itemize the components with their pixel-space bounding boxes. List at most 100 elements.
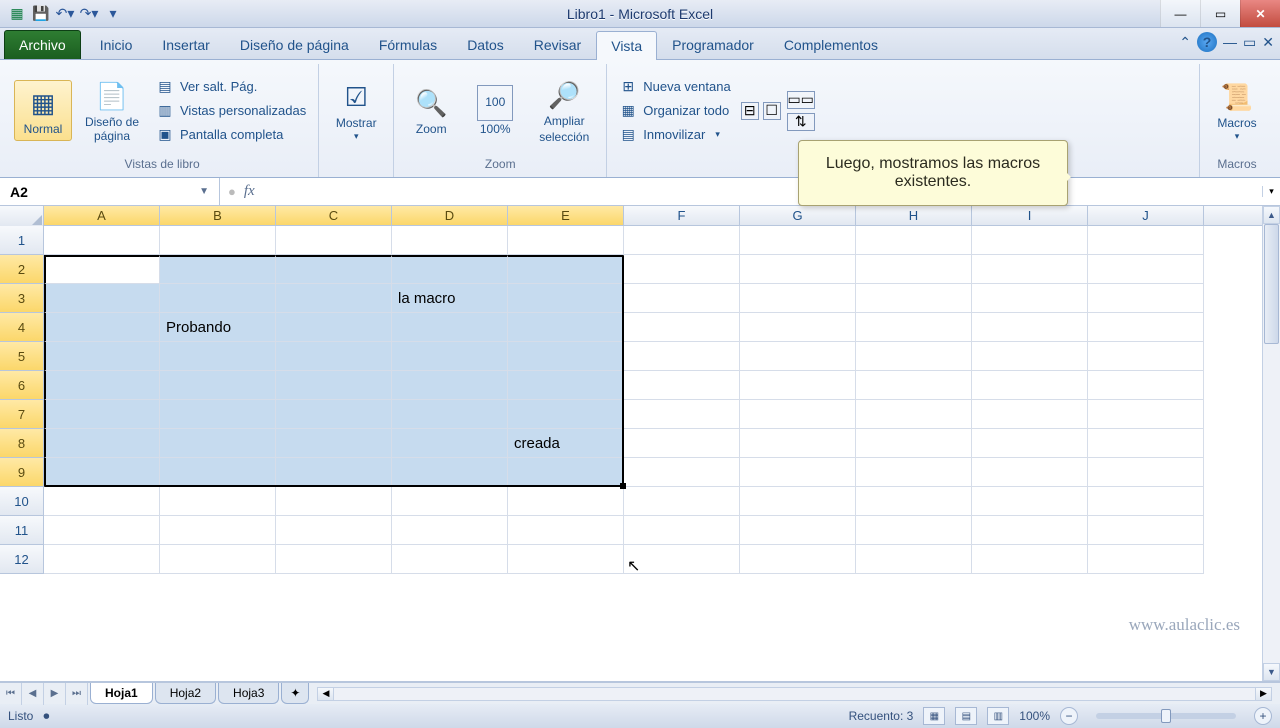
scroll-track[interactable]	[1263, 224, 1280, 663]
doc-minimize-icon[interactable]: —	[1223, 34, 1237, 50]
cell-B1[interactable]	[160, 226, 276, 255]
row-header-8[interactable]: 8	[0, 429, 44, 458]
col-header-B[interactable]: B	[160, 206, 276, 225]
cell-D9[interactable]	[392, 458, 508, 487]
tab-inicio[interactable]: Inicio	[85, 30, 148, 59]
close-button[interactable]: ✕	[1240, 0, 1280, 27]
formula-bar[interactable]: ● fx	[220, 183, 1262, 200]
col-header-J[interactable]: J	[1088, 206, 1204, 225]
cell-G12[interactable]	[740, 545, 856, 574]
minimize-button[interactable]: —	[1160, 0, 1200, 27]
cell-B12[interactable]	[160, 545, 276, 574]
cell-I12[interactable]	[972, 545, 1088, 574]
cell-A7[interactable]	[44, 400, 160, 429]
doc-close-icon[interactable]: ✕	[1262, 34, 1274, 51]
hide-icon[interactable]: ☐	[763, 102, 781, 120]
cell-A12[interactable]	[44, 545, 160, 574]
cell-F6[interactable]	[624, 371, 740, 400]
cell-B9[interactable]	[160, 458, 276, 487]
cell-F9[interactable]	[624, 458, 740, 487]
zoom-slider[interactable]	[1096, 713, 1236, 719]
tab-vista[interactable]: Vista	[596, 31, 657, 60]
cell-D12[interactable]	[392, 545, 508, 574]
cell-F2[interactable]	[624, 255, 740, 284]
cell-A8[interactable]	[44, 429, 160, 458]
cell-G3[interactable]	[740, 284, 856, 313]
fill-handle[interactable]	[620, 483, 626, 489]
cell-E9[interactable]	[508, 458, 624, 487]
cell-G1[interactable]	[740, 226, 856, 255]
sheet-next-icon[interactable]: ▶	[44, 683, 66, 705]
cell-E5[interactable]	[508, 342, 624, 371]
cell-H6[interactable]	[856, 371, 972, 400]
scroll-thumb[interactable]	[1264, 224, 1279, 344]
cell-G4[interactable]	[740, 313, 856, 342]
cell-B2[interactable]	[160, 255, 276, 284]
cell-C5[interactable]	[276, 342, 392, 371]
row-header-7[interactable]: 7	[0, 400, 44, 429]
cell-J10[interactable]	[1088, 487, 1204, 516]
cell-A4[interactable]	[44, 313, 160, 342]
cell-B4[interactable]: Probando	[160, 313, 276, 342]
cell-C12[interactable]	[276, 545, 392, 574]
cell-C6[interactable]	[276, 371, 392, 400]
cell-I1[interactable]	[972, 226, 1088, 255]
cell-F11[interactable]	[624, 516, 740, 545]
cell-G2[interactable]	[740, 255, 856, 284]
cell-C10[interactable]	[276, 487, 392, 516]
cell-H2[interactable]	[856, 255, 972, 284]
col-header-G[interactable]: G	[740, 206, 856, 225]
cell-G7[interactable]	[740, 400, 856, 429]
name-box-dropdown-icon[interactable]: ▼	[199, 186, 209, 197]
col-header-C[interactable]: C	[276, 206, 392, 225]
scroll-right-icon[interactable]: ▶	[1255, 688, 1271, 700]
cell-E6[interactable]	[508, 371, 624, 400]
tab-archivo[interactable]: Archivo	[4, 30, 81, 59]
cell-D7[interactable]	[392, 400, 508, 429]
cell-D6[interactable]	[392, 371, 508, 400]
select-all-corner[interactable]	[0, 206, 44, 226]
fx-icon[interactable]: fx	[244, 183, 255, 200]
cell-E2[interactable]	[508, 255, 624, 284]
cell-E11[interactable]	[508, 516, 624, 545]
cell-F8[interactable]	[624, 429, 740, 458]
col-header-E[interactable]: E	[508, 206, 624, 225]
page-layout-view-button[interactable]: 📄 Diseño de página	[78, 74, 146, 146]
cell-A2[interactable]	[44, 255, 160, 284]
cell-I7[interactable]	[972, 400, 1088, 429]
cell-H3[interactable]	[856, 284, 972, 313]
tab-datos[interactable]: Datos	[452, 30, 519, 59]
sheet-tab-hoja3[interactable]: Hoja3	[218, 683, 279, 704]
arrange-all-button[interactable]: ▦Organizar todo	[615, 100, 734, 122]
cell-J3[interactable]	[1088, 284, 1204, 313]
new-window-button[interactable]: ⊞Nueva ventana	[615, 76, 734, 98]
normal-view-status-button[interactable]: ▦	[923, 707, 945, 725]
redo-icon[interactable]: ↷▾	[78, 3, 100, 25]
cell-I3[interactable]	[972, 284, 1088, 313]
col-header-I[interactable]: I	[972, 206, 1088, 225]
col-header-F[interactable]: F	[624, 206, 740, 225]
cell-I11[interactable]	[972, 516, 1088, 545]
cell-H7[interactable]	[856, 400, 972, 429]
horizontal-scrollbar[interactable]: ◀ ▶	[317, 687, 1272, 701]
qat-dropdown-icon[interactable]: ▾	[102, 3, 124, 25]
undo-icon[interactable]: ↶▾	[54, 3, 76, 25]
cell-H4[interactable]	[856, 313, 972, 342]
cell-C3[interactable]	[276, 284, 392, 313]
new-sheet-button[interactable]: ✦	[281, 683, 309, 704]
cell-J8[interactable]	[1088, 429, 1204, 458]
row-header-9[interactable]: 9	[0, 458, 44, 487]
cell-F3[interactable]	[624, 284, 740, 313]
tab-revisar[interactable]: Revisar	[519, 30, 596, 59]
cell-G8[interactable]	[740, 429, 856, 458]
tab-programador[interactable]: Programador	[657, 30, 769, 59]
cell-J12[interactable]	[1088, 545, 1204, 574]
sheet-prev-icon[interactable]: ◀	[22, 683, 44, 705]
maximize-button[interactable]: ▭	[1200, 0, 1240, 27]
cell-B3[interactable]	[160, 284, 276, 313]
page-layout-status-button[interactable]: ▤	[955, 707, 977, 725]
cell-D1[interactable]	[392, 226, 508, 255]
normal-view-button[interactable]: ▦ Normal	[14, 80, 72, 141]
cell-C11[interactable]	[276, 516, 392, 545]
cell-B8[interactable]	[160, 429, 276, 458]
